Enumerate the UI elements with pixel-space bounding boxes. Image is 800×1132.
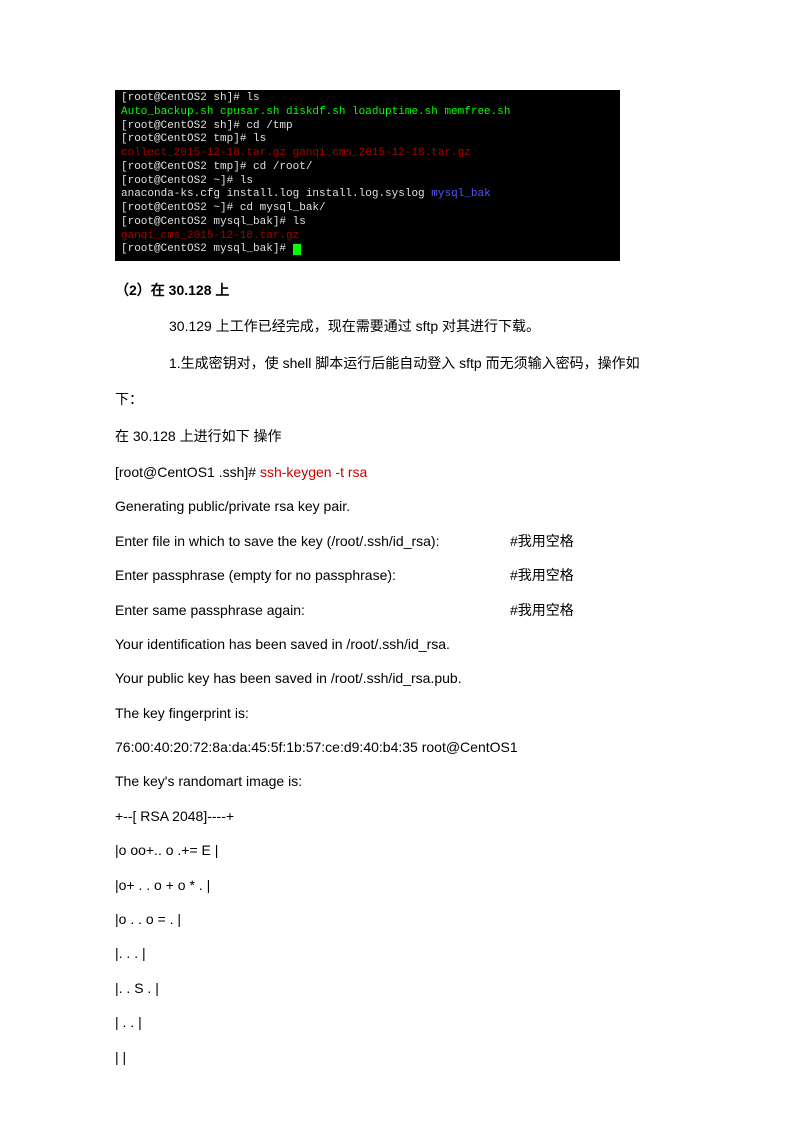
output-fingerprint-label: The key fingerprint is:: [115, 702, 685, 724]
terminal-line: [root@CentOS2 mysql_bak]#: [121, 243, 614, 257]
randomart-line: |o+ . . o + o * . |: [115, 874, 685, 896]
paragraph-step1-b: 下：: [115, 388, 685, 410]
terminal-line: [root@CentOS2 tmp]# ls: [121, 133, 614, 147]
output-enter-passphrase: Enter passphrase (empty for no passphras…: [115, 564, 685, 586]
terminal-text: [root@CentOS2 tmp]# ls: [121, 133, 266, 145]
randomart-line: | . . |: [115, 1011, 685, 1033]
output-id-saved: Your identification has been saved in /r…: [115, 633, 685, 655]
terminal-text: [root@CentOS2 mysql_bak]#: [121, 243, 293, 255]
terminal-line: [root@CentOS2 ~]# cd mysql_bak/: [121, 202, 614, 216]
comment-text: #我用空格: [510, 599, 685, 621]
terminal-text: collect_2015-12-18.tar.gz ganqi_cms_2015…: [121, 147, 471, 159]
output-passphrase-again: Enter same passphrase again: #我用空格: [115, 599, 685, 621]
paragraph-step1-a: 1.生成密钥对，使 shell 脚本运行后能自动登入 sftp 而无须输入密码，…: [115, 352, 685, 374]
paragraph-intro: 30.129 上工作已经完成，现在需要通过 sftp 对其进行下载。: [115, 315, 685, 337]
randomart-block: +--[ RSA 2048]----+ |o oo+.. o .+= E | |o+…: [115, 805, 685, 1068]
randomart-line: | |: [115, 1046, 685, 1068]
randomart-line: |. . S . |: [115, 977, 685, 999]
comment-text: #我用空格: [510, 564, 685, 586]
command-line: [root@CentOS1 .ssh]# ssh-keygen -t rsa: [115, 461, 685, 483]
terminal-line: [root@CentOS2 tmp]# cd /root/: [121, 161, 614, 175]
terminal-text: ganqi_cms_2015-12-18.tar.gz: [121, 230, 299, 242]
terminal-text: anaconda-ks.cfg install.log install.log.…: [121, 188, 431, 200]
prompt-text: Enter same passphrase again:: [115, 599, 510, 621]
terminal-text: [root@CentOS2 sh]# cd /tmp: [121, 120, 293, 132]
terminal-text: mysql_bak: [431, 188, 490, 200]
paragraph-location: 在 30.128 上进行如下 操作: [115, 425, 685, 447]
terminal-text: Auto_backup.sh cpusar.sh diskdf.sh loadu…: [121, 106, 510, 118]
randomart-line: |o . . o = . |: [115, 908, 685, 930]
output-enter-file: Enter file in which to save the key (/ro…: [115, 530, 685, 552]
terminal-line: [root@CentOS2 sh]# cd /tmp: [121, 120, 614, 134]
terminal-text: [root@CentOS2 ~]# cd mysql_bak/: [121, 202, 326, 214]
terminal-line: anaconda-ks.cfg install.log install.log.…: [121, 188, 614, 202]
terminal-line: Auto_backup.sh cpusar.sh diskdf.sh loadu…: [121, 106, 614, 120]
output-fingerprint: 76:00:40:20:72:8a:da:45:5f:1b:57:ce:d9:4…: [115, 736, 685, 758]
command-text: ssh-keygen -t rsa: [260, 464, 367, 480]
output-pubkey-saved: Your public key has been saved in /root/…: [115, 667, 685, 689]
terminal-text: [root@CentOS2 ~]# ls: [121, 175, 253, 187]
terminal-line: [root@CentOS2 ~]# ls: [121, 175, 614, 189]
terminal-line: collect_2015-12-18.tar.gz ganqi_cms_2015…: [121, 147, 614, 161]
randomart-line: |o oo+.. o .+= E |: [115, 839, 685, 861]
randomart-line: |. . . |: [115, 942, 685, 964]
terminal-line: [root@CentOS2 mysql_bak]# ls: [121, 216, 614, 230]
terminal-text: [root@CentOS2 mysql_bak]# ls: [121, 216, 306, 228]
terminal-line: [root@CentOS2 sh]# ls: [121, 92, 614, 106]
prompt-text: Enter file in which to save the key (/ro…: [115, 530, 510, 552]
terminal-line: ganqi_cms_2015-12-18.tar.gz: [121, 230, 614, 244]
section-heading: （2）在 30.128 上: [115, 279, 685, 301]
randomart-line: +--[ RSA 2048]----+: [115, 805, 685, 827]
output-randomart-label: The key's randomart image is:: [115, 770, 685, 792]
terminal-text: [root@CentOS2 tmp]# cd /root/: [121, 161, 312, 173]
comment-text: #我用空格: [510, 530, 685, 552]
cursor-icon: [293, 244, 301, 255]
terminal-text: [root@CentOS2 sh]# ls: [121, 92, 260, 104]
terminal-screenshot: [root@CentOS2 sh]# ls Auto_backup.sh cpus…: [115, 90, 620, 261]
shell-prompt: [root@CentOS1 .ssh]#: [115, 464, 260, 480]
prompt-text: Enter passphrase (empty for no passphras…: [115, 564, 510, 586]
output-generating: Generating public/private rsa key pair.: [115, 495, 685, 517]
